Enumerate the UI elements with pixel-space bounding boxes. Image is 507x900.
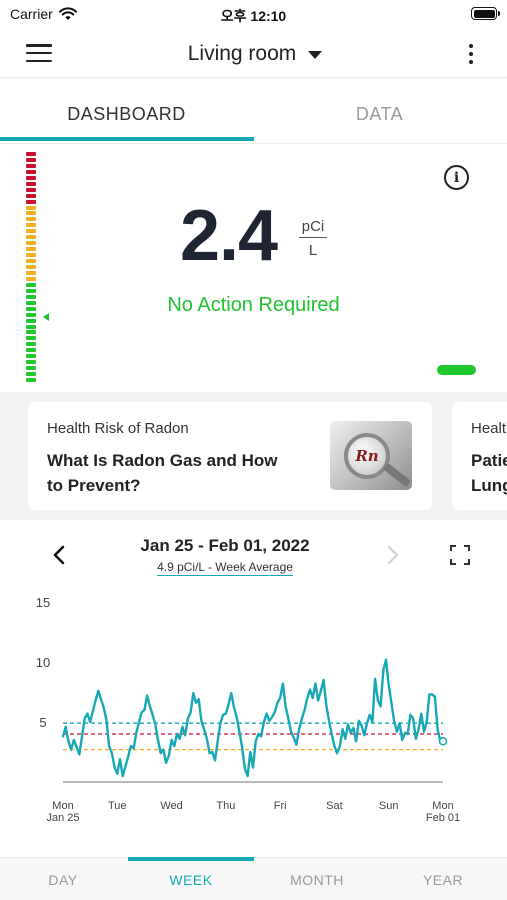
x-tick-sublabel: Feb 01: [426, 812, 460, 824]
room-selector[interactable]: Living room: [150, 38, 360, 70]
app-bar: Living room: [0, 30, 507, 78]
level-scale-tick: [26, 282, 36, 287]
level-scale-tick: [26, 217, 36, 222]
level-scale-tick: [26, 270, 36, 275]
x-tick-label: Sun: [379, 800, 399, 812]
active-period-indicator: [128, 857, 254, 861]
level-scale-tick: [26, 205, 36, 210]
x-tick-label: Thu: [216, 800, 235, 812]
level-scale-tick: [26, 378, 36, 383]
x-tick-label: Wed: [160, 800, 182, 812]
level-scale-tick: [26, 241, 36, 246]
level-scale-tick: [26, 247, 36, 252]
last-point-marker: [438, 736, 448, 746]
period-week[interactable]: WEEK: [128, 858, 254, 900]
battery-icon: [471, 7, 500, 20]
article-category: Healt: [471, 420, 507, 437]
period-selector: DAY WEEK MONTH YEAR: [0, 857, 507, 900]
period-month[interactable]: MONTH: [254, 858, 380, 900]
level-scale-tick: [26, 372, 36, 377]
level-scale-tick: [26, 235, 36, 240]
article-title: Patie Lung: [471, 451, 507, 495]
radon-level-scale: [26, 152, 36, 384]
radon-reading-value: 2.4: [180, 196, 278, 276]
main-tabs: DASHBOARD DATA: [0, 86, 507, 144]
article-carousel: Health Risk of Radon What Is Radon Gas a…: [0, 392, 507, 520]
level-scale-tick: [26, 348, 36, 353]
tab-dashboard[interactable]: DASHBOARD: [0, 86, 253, 142]
radon-line-chart[interactable]: 15105MonJan 25Tue Wed Thu Fri Sat Sun MonFeb 0…: [0, 585, 507, 835]
article-title: What Is Radon Gas and How to Prevent?: [47, 451, 278, 495]
chevron-left-icon[interactable]: [48, 542, 72, 568]
level-scale-tick: [26, 157, 36, 162]
room-name: Living room: [187, 42, 297, 65]
level-scale-tick: [26, 354, 36, 359]
level-scale-tick: [26, 169, 36, 174]
article-thumbnail: Rn: [330, 421, 412, 490]
level-scale-tick: [26, 193, 36, 198]
chart-date-range: Jan 25 - Feb 01, 2022: [140, 536, 310, 555]
y-tick-label: 15: [36, 595, 50, 610]
status-message: No Action Required: [167, 294, 340, 316]
chevron-right-icon[interactable]: [380, 542, 404, 568]
article-card[interactable]: Healt Patie Lung: [452, 402, 507, 510]
level-scale-tick: [26, 360, 36, 365]
active-tab-indicator: [0, 137, 254, 141]
y-tick-label: 5: [39, 715, 46, 730]
x-tick-label: Mon: [52, 800, 73, 812]
level-scale-tick: [26, 276, 36, 281]
level-scale-tick: [26, 336, 36, 341]
level-scale-tick: [26, 324, 36, 329]
x-tick-sublabel: Jan 25: [46, 812, 79, 824]
level-scale-tick: [26, 152, 36, 156]
tab-data[interactable]: DATA: [253, 86, 506, 142]
level-scale-tick: [26, 187, 36, 192]
unit-numerator: pCi: [299, 218, 327, 238]
level-scale-tick: [26, 265, 36, 270]
period-day[interactable]: DAY: [0, 858, 126, 900]
unit-denominator: L: [308, 242, 318, 259]
x-tick-label: Fri: [274, 800, 287, 812]
hamburger-icon[interactable]: [26, 42, 52, 64]
week-average-link[interactable]: 4.9 pCi/L - Week Average: [150, 560, 300, 576]
level-scale-tick: [26, 199, 36, 204]
status-time: 오후 12:10: [220, 8, 287, 24]
article-category: Health Risk of Radon: [47, 420, 189, 437]
level-scale-tick: [26, 288, 36, 293]
x-tick-label: Sat: [326, 800, 343, 812]
x-tick-label: Mon: [432, 800, 453, 812]
level-scale-tick: [26, 366, 36, 371]
level-scale-tick: [26, 229, 36, 234]
level-scale-tick: [26, 318, 36, 323]
level-scale-tick: [26, 175, 36, 180]
series-line: [61, 658, 445, 778]
level-scale-tick: [26, 181, 36, 186]
level-scale-tick: [26, 330, 36, 335]
info-icon[interactable]: i: [444, 165, 469, 190]
period-year[interactable]: YEAR: [380, 858, 506, 900]
caret-down-icon: [308, 51, 323, 59]
level-scale-tick: [26, 342, 36, 347]
status-indicator-pill: [437, 365, 476, 375]
level-scale-tick: [26, 211, 36, 216]
y-tick-label: 10: [36, 655, 50, 670]
more-vertical-icon[interactable]: [461, 42, 481, 66]
level-scale-tick: [26, 223, 36, 228]
article-card[interactable]: Health Risk of Radon What Is Radon Gas a…: [28, 402, 432, 510]
level-scale-tick: [26, 259, 36, 264]
expand-icon[interactable]: [449, 544, 471, 566]
level-scale-tick: [26, 253, 36, 258]
level-scale-tick: [26, 163, 36, 168]
magnifier-icon: Rn: [344, 433, 390, 479]
x-tick-label: Tue: [108, 800, 127, 812]
status-bar: Carrier 오후 12:10: [0, 0, 507, 30]
reading-unit: pCi L: [299, 218, 327, 259]
